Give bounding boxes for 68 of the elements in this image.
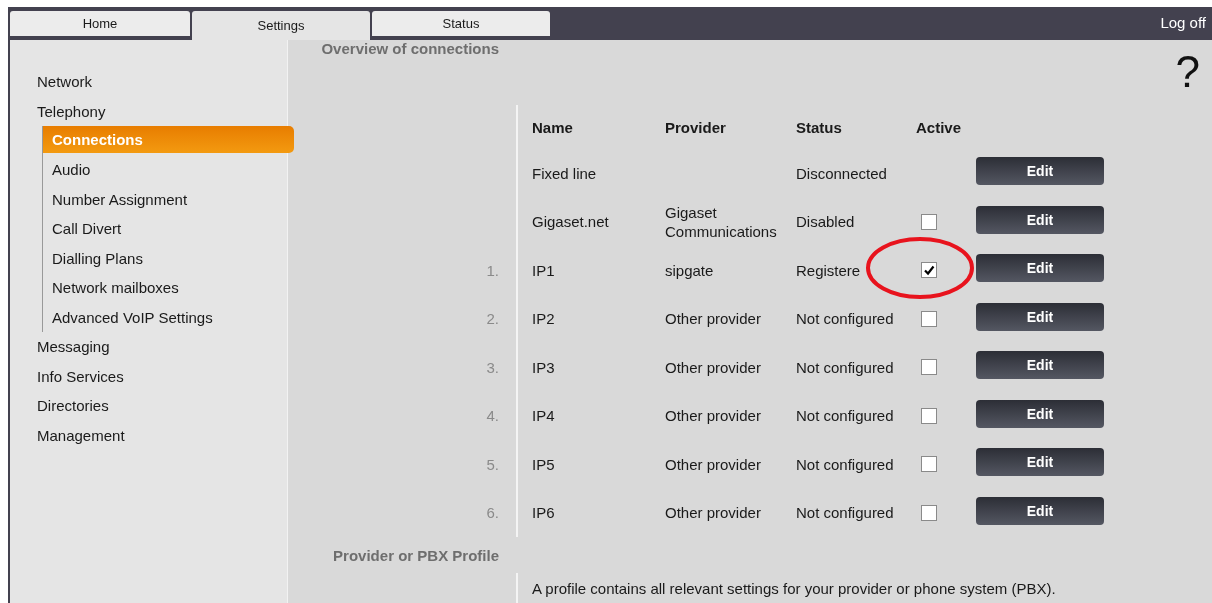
sidebar-item[interactable]: Network <box>10 67 287 97</box>
table-cell-text: Other provider <box>664 309 762 330</box>
table-cell-text: Other provider <box>664 406 762 427</box>
row-number: 4. <box>485 406 500 427</box>
sidebar-item[interactable]: Number Assignment <box>43 184 287 214</box>
tab[interactable]: Home <box>10 11 190 38</box>
table-cell-text: Not configured <box>795 309 895 330</box>
tab[interactable]: Status <box>372 11 550 38</box>
table-cell: Gigaset.net <box>516 197 651 246</box>
table-cell: IP4 <box>516 391 651 440</box>
sidebar-item[interactable]: Advanced VoIP Settings <box>43 302 287 332</box>
table-cell-text: Disconnected <box>795 163 888 184</box>
checkbox[interactable] <box>921 310 937 327</box>
log-off-link[interactable]: Log off <box>1160 7 1212 31</box>
sidebar-item[interactable]: Info Services <box>10 361 287 391</box>
table-cell-text: Other provider <box>664 454 762 475</box>
table-cell: IP5 <box>516 440 651 489</box>
edit-button[interactable]: Edit <box>976 254 1104 283</box>
sidebar-item[interactable]: Management <box>10 420 287 450</box>
table-cell-text: sipgate <box>664 260 715 281</box>
row-number: 1. <box>485 260 500 281</box>
edit-button[interactable]: Edit <box>976 448 1104 477</box>
table-cell-text: Registere <box>795 260 862 281</box>
row-number: 6. <box>485 503 500 524</box>
checkbox[interactable] <box>921 262 937 279</box>
checkbox[interactable] <box>921 359 937 376</box>
table-cell-text: Not configured <box>795 406 895 427</box>
sidebar-item[interactable]: Audio <box>43 155 287 185</box>
row-number: 2. <box>485 309 500 330</box>
table-cell: IP3 <box>516 343 651 392</box>
section-title: Provider or PBX Profile <box>332 545 500 566</box>
table-cell-text: Not configured <box>795 454 895 475</box>
table-cell-text: Other provider <box>664 357 762 378</box>
table-cell: IP1 <box>516 246 651 295</box>
help-icon[interactable]: ? <box>1104 40 1212 105</box>
column-header: Status <box>795 117 843 138</box>
tab[interactable]: Settings <box>192 11 370 40</box>
sidebar-item[interactable]: Telephony <box>10 96 287 126</box>
edit-button[interactable]: Edit <box>976 496 1104 525</box>
table-cell-text: Not configured <box>795 357 895 378</box>
column-header: Active <box>915 117 962 138</box>
column-header: Provider <box>664 117 727 138</box>
table-cell: IP6 <box>516 488 651 537</box>
sidebar-item[interactable]: Dialling Plans <box>43 243 287 273</box>
sidebar-item[interactable]: Directories <box>10 391 287 421</box>
table-cell-text: Not configured <box>795 503 895 524</box>
section-title: Overview of connections <box>320 40 500 59</box>
table-cell: IP2 <box>516 294 651 343</box>
edit-button[interactable]: Edit <box>976 302 1104 331</box>
checkbox[interactable] <box>921 213 937 230</box>
checkbox[interactable] <box>921 504 937 521</box>
checkbox[interactable] <box>921 456 937 473</box>
description-text: A profile contains all relevant settings for your provider or phone system (PBX). <box>516 573 1212 603</box>
row-number: 3. <box>485 357 500 378</box>
checkbox[interactable] <box>921 407 937 424</box>
sidebar-item[interactable]: Call Divert <box>43 214 287 244</box>
table-cell-text: Other provider <box>664 503 762 524</box>
table-cell-text: Disabled <box>795 212 856 233</box>
column-header: Name <box>516 105 651 149</box>
row-number: 5. <box>485 454 500 475</box>
edit-button[interactable]: Edit <box>976 351 1104 380</box>
sidebar-item[interactable]: Messaging <box>10 332 287 362</box>
table-cell: Fixed line <box>516 149 651 198</box>
table-cell-text: Gigaset Communications <box>664 202 778 242</box>
edit-button[interactable]: Edit <box>976 205 1104 234</box>
edit-button[interactable]: Edit <box>976 399 1104 428</box>
sidebar-item[interactable]: Network mailboxes <box>43 273 287 303</box>
edit-button[interactable]: Edit <box>976 157 1104 186</box>
